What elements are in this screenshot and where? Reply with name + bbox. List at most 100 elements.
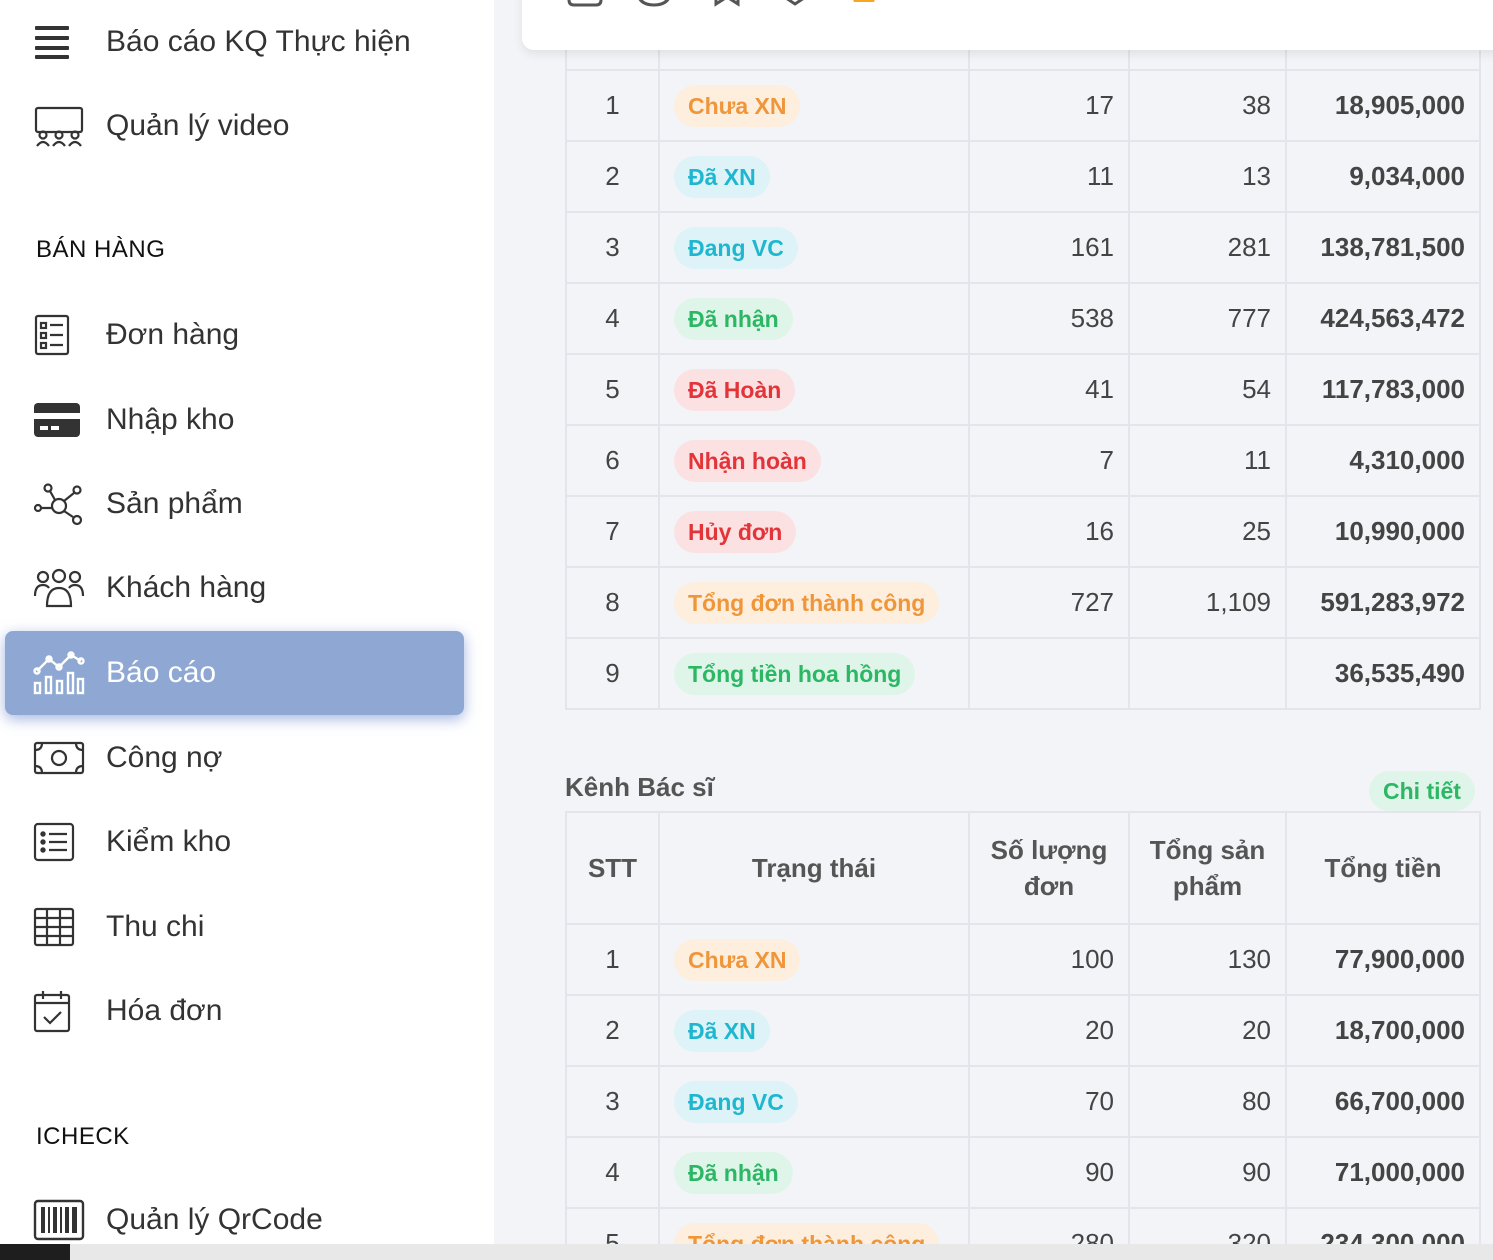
section-title-ban-hang: BÁN HÀNG (36, 236, 166, 263)
table-row: 4 Đã nhận 538 777 424,563,472 (565, 282, 1481, 355)
cell-total: 71,000,000 (1285, 1136, 1481, 1209)
cell-products: 20 (1128, 994, 1287, 1067)
status-badge: Tổng tiền hoa hồng (674, 652, 916, 695)
sidebar-item-khach-hang[interactable]: Khách hàng (0, 548, 470, 628)
circle-icon[interactable] (634, 0, 674, 13)
status-badge: Đã nhận (674, 297, 793, 340)
grid-icon (33, 905, 85, 949)
cell-products (1128, 637, 1287, 710)
header-products: Tổng sản phẩm (1128, 811, 1287, 925)
report-table-2: STT Trạng thái Số lượng đơn Tổng sản phẩm … (565, 811, 1481, 1260)
sidebar-item-label: Thu chi (106, 910, 205, 943)
cell-orders: 20 (968, 994, 1130, 1067)
bottom-scrollbar (0, 1244, 1493, 1260)
status-badge: Chưa XN (674, 938, 801, 981)
cell-stt: 8 (565, 566, 660, 639)
star-icon[interactable] (848, 0, 880, 13)
sidebar-item-nhap-kho[interactable]: Nhập kho (0, 380, 470, 460)
cell-orders: 161 (968, 211, 1130, 284)
cell-total: 424,563,472 (1285, 282, 1481, 355)
cell-total: 591,283,972 (1285, 566, 1481, 639)
cell-total: 10,990,000 (1285, 495, 1481, 568)
table-row: 8 Tổng đơn thành công 727 1,109 591,283,972 (565, 566, 1481, 639)
sidebar-item-label: Công nợ (106, 741, 223, 774)
horizontal-scrollbar[interactable] (70, 1244, 1493, 1260)
cell-stt: 4 (565, 282, 660, 355)
status-badge: Đã nhận (674, 1151, 793, 1194)
cell-status: Đã nhận (658, 1136, 970, 1209)
table-row: 3 Đang VC 70 80 66,700,000 (565, 1065, 1481, 1138)
list-icon (33, 820, 85, 864)
cell-orders: 17 (968, 69, 1130, 142)
sidebar-item-bao-cao[interactable]: Báo cáo (5, 631, 464, 715)
detail-button[interactable]: Chi tiết (1369, 771, 1475, 811)
sidebar-item-label: Báo cáo KQ Thực hiện (106, 25, 411, 58)
cell-status: Đã nhận (658, 282, 970, 355)
cell-orders: 100 (968, 923, 1130, 996)
cell-total: 9,034,000 (1285, 140, 1481, 213)
table-row: 4 Đã nhận 90 90 71,000,000 (565, 1136, 1481, 1209)
cell-products: 130 (1128, 923, 1287, 996)
cell-total: 138,781,500 (1285, 211, 1481, 284)
cell-orders: 41 (968, 353, 1130, 426)
cell-orders: 7 (968, 424, 1130, 497)
cell-status: Đang VC (658, 211, 970, 284)
cell-products: 281 (1128, 211, 1287, 284)
section-title-kenh-bac-si: Kênh Bác sĩ (565, 772, 714, 802)
cell-status: Chưa XN (658, 69, 970, 142)
cell-products: 25 (1128, 495, 1287, 568)
table-row: 5 Đã Hoàn 41 54 117,783,000 (565, 353, 1481, 426)
card-icon (33, 398, 85, 442)
cell-total: 18,905,000 (1285, 69, 1481, 142)
cell-status: Tổng tiền hoa hồng (658, 637, 970, 710)
chart-icon (33, 651, 85, 695)
cell-total: 77,900,000 (1285, 923, 1481, 996)
cell-products: 54 (1128, 353, 1287, 426)
menu-lines-icon (33, 20, 85, 64)
status-badge: Đã XN (674, 155, 770, 198)
table-row: 1 Chưa XN 100 130 77,900,000 (565, 923, 1481, 996)
cell-stt: 7 (565, 495, 660, 568)
layers-icon[interactable] (774, 0, 816, 13)
users-icon (33, 566, 85, 610)
sidebar-item-bao-cao-kq[interactable]: Báo cáo KQ Thực hiện (0, 2, 470, 82)
cash-icon (33, 736, 85, 780)
cell-status: Đang VC (658, 1065, 970, 1138)
table-row: 2 Đã XN 20 20 18,700,000 (565, 994, 1481, 1067)
cell-orders: 70 (968, 1065, 1130, 1138)
header-total: Tổng tiền (1285, 811, 1481, 925)
sidebar-item-thu-chi[interactable]: Thu chi (0, 887, 470, 967)
table-row: 9 Tổng tiền hoa hồng 36,535,490 (565, 637, 1481, 710)
barcode-icon (33, 1198, 85, 1242)
table-row: 3 Đang VC 161 281 138,781,500 (565, 211, 1481, 284)
cell-status: Chưa XN (658, 923, 970, 996)
sidebar-item-san-pham[interactable]: Sản phẩm (0, 464, 470, 544)
bookmark-icon[interactable] (712, 0, 742, 13)
cell-orders: 727 (968, 566, 1130, 639)
sidebar-item-hoa-don[interactable]: Hóa đơn (0, 971, 470, 1051)
sidebar-item-quan-ly-qrcode[interactable]: Quản lý QrCode (0, 1180, 470, 1244)
cell-status: Hủy đơn (658, 495, 970, 568)
square-icon[interactable] (566, 0, 604, 13)
sidebar-item-kiem-kho[interactable]: Kiểm kho (0, 802, 470, 882)
video-people-icon (33, 104, 85, 148)
calendar-check-icon (33, 989, 85, 1033)
cell-products: 11 (1128, 424, 1287, 497)
sidebar-item-label: Quản lý QrCode (106, 1203, 323, 1236)
sidebar-item-quan-ly-video[interactable]: Quản lý video (0, 86, 470, 166)
sidebar-item-label: Hóa đơn (106, 994, 223, 1027)
cell-orders: 90 (968, 1136, 1130, 1209)
cell-total: 18,700,000 (1285, 994, 1481, 1067)
top-toolbar (522, 0, 1493, 50)
cell-stt: 9 (565, 637, 660, 710)
checklist-icon (33, 313, 85, 357)
sidebar-item-don-hang[interactable]: Đơn hàng (0, 295, 470, 375)
cell-stt: 4 (565, 1136, 660, 1209)
cell-products: 90 (1128, 1136, 1287, 1209)
status-badge: Chưa XN (674, 84, 801, 127)
cell-stt: 1 (565, 923, 660, 996)
cell-total: 36,535,490 (1285, 637, 1481, 710)
cell-status: Đã XN (658, 994, 970, 1067)
sidebar-item-cong-no[interactable]: Công nợ (0, 718, 470, 798)
sidebar: Báo cáo KQ Thực hiện Quản lý video BÁN H… (0, 0, 494, 1244)
